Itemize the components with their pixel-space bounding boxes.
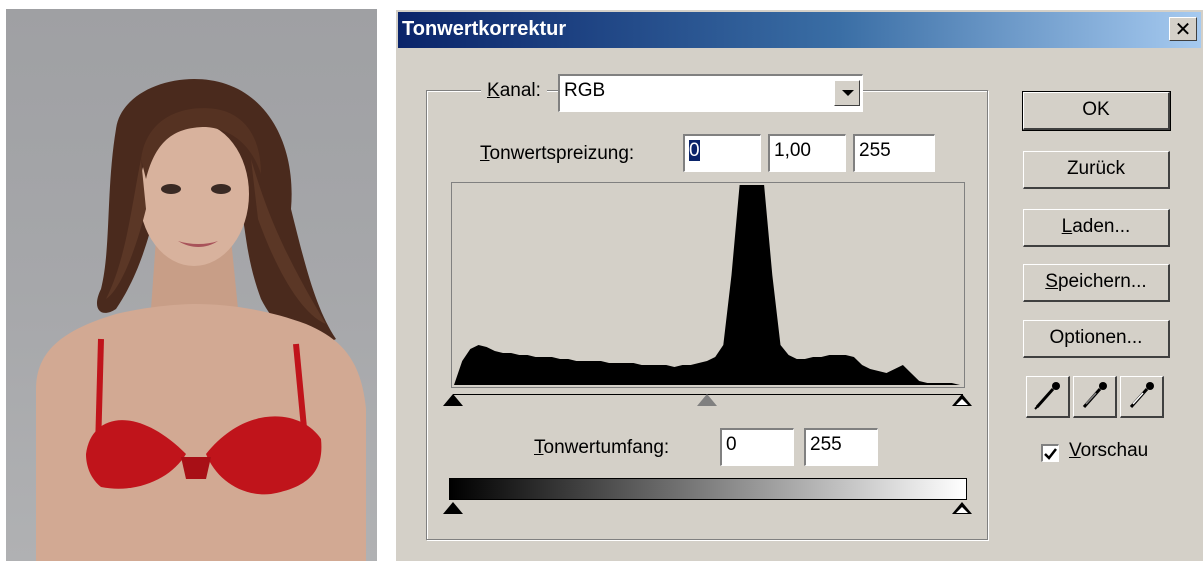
channel-select[interactable]: RGB bbox=[558, 74, 863, 112]
checkmark-icon bbox=[1044, 448, 1057, 460]
output-black-value: 0 bbox=[726, 434, 737, 455]
input-levels-label-text: onwertspreizung: bbox=[489, 143, 635, 164]
histogram-area bbox=[454, 185, 960, 385]
output-black-field[interactable]: 0 bbox=[720, 428, 794, 466]
eyedropper-gray-icon bbox=[1082, 382, 1107, 408]
input-levels-label: Tonwertspreizung: bbox=[480, 143, 634, 165]
load-button[interactable]: Laden... bbox=[1023, 209, 1170, 247]
save-button-label: peichern... bbox=[1057, 271, 1147, 292]
input-white-value: 255 bbox=[859, 140, 891, 161]
title-bar: Tonwertkorrektur ✕ bbox=[398, 12, 1201, 48]
chevron-down-icon bbox=[842, 90, 854, 96]
input-black-slider[interactable] bbox=[443, 394, 463, 406]
channel-dropdown-button[interactable] bbox=[834, 80, 860, 106]
ok-button-label: OK bbox=[1082, 99, 1110, 120]
load-button-label: aden... bbox=[1072, 216, 1131, 237]
options-button-label: Optionen... bbox=[1049, 327, 1143, 348]
save-button[interactable]: Speichern... bbox=[1023, 264, 1170, 302]
eyedropper-white-icon bbox=[1129, 382, 1154, 408]
close-button[interactable]: ✕ bbox=[1169, 17, 1197, 41]
close-icon: ✕ bbox=[1174, 17, 1192, 41]
channel-label-mnemonic: K bbox=[487, 80, 500, 101]
preview-label-mnemonic: V bbox=[1069, 440, 1081, 461]
options-button[interactable]: Optionen... bbox=[1023, 320, 1170, 358]
preview-checkbox[interactable] bbox=[1041, 444, 1059, 462]
channel-select-value: RGB bbox=[564, 80, 606, 101]
preview-label[interactable]: Vorschau bbox=[1069, 440, 1148, 462]
photo-preview bbox=[6, 9, 377, 561]
eyedropper-black-icon bbox=[1034, 382, 1060, 410]
output-gradient-bar bbox=[449, 478, 967, 500]
input-levels-label-mnemonic: T bbox=[480, 143, 490, 164]
histogram-chart bbox=[454, 185, 960, 385]
portrait-image bbox=[36, 79, 366, 561]
histogram-panel bbox=[451, 182, 965, 388]
input-white-slider-fill bbox=[956, 399, 968, 405]
load-button-mnemonic: L bbox=[1061, 216, 1073, 237]
levels-dialog: Tonwertkorrektur ✕ Kanal: RGB Tonwertspr… bbox=[395, 9, 1203, 561]
input-black-value: 0 bbox=[689, 140, 700, 161]
gray-eyedropper-button[interactable] bbox=[1073, 376, 1117, 418]
output-white-slider-fill bbox=[956, 507, 968, 513]
output-levels-label-text: onwertumfang: bbox=[543, 437, 670, 458]
output-white-value: 255 bbox=[810, 434, 842, 455]
input-white-field[interactable]: 255 bbox=[853, 134, 935, 172]
dialog-title: Tonwertkorrektur bbox=[402, 18, 567, 40]
save-button-mnemonic: S bbox=[1045, 271, 1058, 292]
input-black-field[interactable]: 0 bbox=[683, 134, 761, 172]
input-gamma-field[interactable]: 1,00 bbox=[768, 134, 846, 172]
white-eyedropper-button[interactable] bbox=[1120, 376, 1164, 418]
output-black-slider[interactable] bbox=[443, 502, 463, 514]
channel-label: Kanal: bbox=[481, 80, 547, 102]
reset-button-label: Zurück bbox=[1066, 158, 1126, 179]
output-levels-label-mnemonic: T bbox=[534, 437, 544, 458]
black-eyedropper-button[interactable] bbox=[1026, 376, 1070, 418]
output-white-field[interactable]: 255 bbox=[804, 428, 878, 466]
input-gamma-slider[interactable] bbox=[697, 394, 717, 406]
ok-button[interactable]: OK bbox=[1022, 91, 1171, 131]
preview-label-text: orschau bbox=[1080, 440, 1149, 461]
reset-button[interactable]: Zurück bbox=[1023, 151, 1170, 189]
input-gamma-value: 1,00 bbox=[774, 140, 811, 161]
channel-label-text: anal: bbox=[499, 80, 541, 101]
output-levels-label: Tonwertumfang: bbox=[534, 437, 669, 459]
